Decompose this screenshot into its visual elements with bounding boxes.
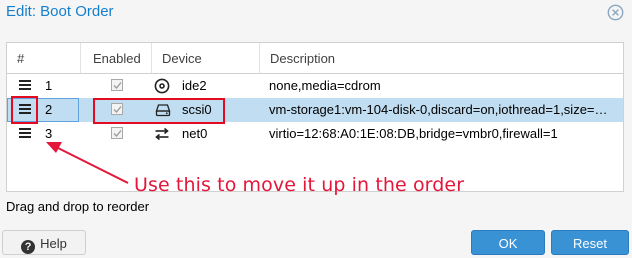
boot-order-dialog: Edit: Boot Order # Enabled Device Descri… [0, 0, 632, 258]
help-label: Help [40, 236, 67, 251]
help-icon: ? [21, 240, 36, 254]
help-button[interactable]: ? Help [2, 230, 86, 255]
annotation-text: Use this to move it up in the order [134, 174, 465, 196]
reorder-hint: Drag and drop to reorder [6, 199, 150, 214]
reset-button[interactable]: Reset [551, 230, 629, 255]
dialog-footer: ? Help OK Reset [0, 228, 632, 258]
annotation-arrow-icon [46, 142, 129, 184]
ok-button[interactable]: OK [471, 230, 545, 255]
